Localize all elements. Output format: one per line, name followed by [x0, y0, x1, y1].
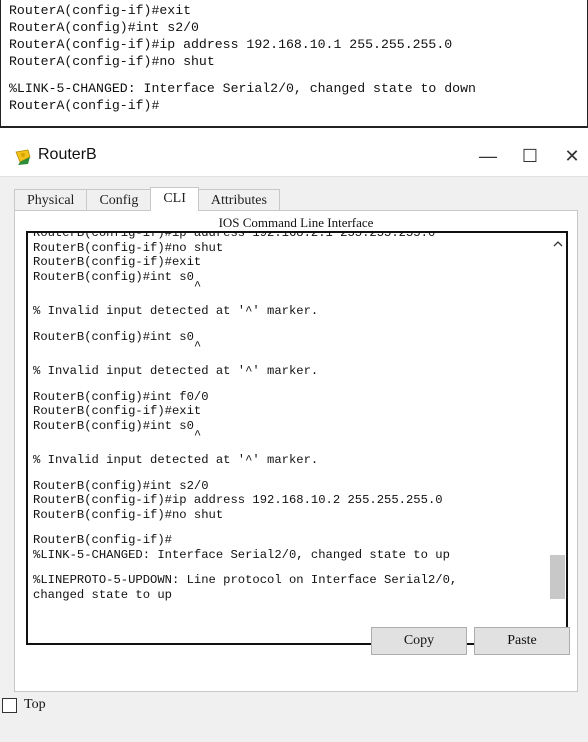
close-icon: ✕ — [564, 145, 580, 166]
terminal-line: RouterA(config-if)#ip address 192.168.10… — [9, 37, 453, 52]
console-error-caret: ^ — [33, 339, 202, 353]
console-line: changed state to up — [33, 587, 172, 602]
tab-cli[interactable]: CLI — [150, 187, 199, 211]
maximize-icon: ☐ — [521, 145, 539, 166]
console-error-caret: ^ — [33, 279, 202, 293]
routera-terminal-snippet: RouterA(config-if)#exit RouterA(config)#i… — [0, 0, 588, 128]
console-scrollbar[interactable] — [549, 233, 566, 643]
top-checkbox-label: Top — [24, 697, 46, 712]
terminal-line: RouterA(config)#int s2/0 — [9, 20, 199, 35]
console-line: RouterB(config-if)#no shut — [33, 507, 224, 522]
terminal-line: RouterA(config-if)#exit — [9, 3, 192, 18]
cli-console[interactable]: RouterB(config-if)#ip address 192.168.2.… — [26, 231, 568, 645]
maximize-button[interactable]: ☐ — [510, 142, 550, 170]
top-checkbox-row[interactable]: Top — [2, 697, 46, 713]
chevron-up-icon — [553, 241, 562, 247]
console-line: RouterB(config-if)#exit — [33, 404, 202, 418]
router-app-icon — [15, 149, 31, 165]
cli-heading: IOS Command Line Interface — [218, 215, 374, 230]
title-bar[interactable]: RouterB — ☐ ✕ — [0, 136, 588, 176]
scroll-up-button[interactable] — [549, 235, 566, 253]
tab-config[interactable]: Config — [86, 189, 152, 211]
routera-status-lines: %LINK-5-CHANGED: Interface Serial2/0, ch… — [1, 80, 587, 114]
console-line: % Invalid input detected at '^' marker. — [33, 453, 319, 467]
terminal-line: RouterA(config-if)#no shut — [9, 54, 215, 69]
terminal-line: RouterA(config-if)# — [9, 98, 160, 113]
terminal-gap — [1, 70, 587, 80]
tab-physical[interactable]: Physical — [14, 189, 88, 211]
tab-attributes[interactable]: Attributes — [197, 189, 280, 211]
scroll-thumb[interactable] — [550, 554, 565, 599]
terminal-line: %LINK-5-CHANGED: Interface Serial2/0, ch… — [9, 81, 476, 96]
console-line: %LINK-5-CHANGED: Interface Serial2/0, ch… — [33, 547, 450, 562]
window-title: RouterB — [38, 146, 97, 163]
console-line: RouterB(config-if)# — [33, 533, 172, 547]
console-line: RouterB(config-if)#ip address 192.168.2.… — [33, 231, 436, 240]
console-error-caret: ^ — [33, 428, 202, 442]
console-output: RouterB(config-if)#ip address 192.168.2.… — [33, 231, 543, 602]
minimize-button[interactable]: — — [468, 142, 508, 170]
console-line: RouterB(config-if)#exit — [33, 255, 202, 269]
console-line: RouterB(config)#int f0/0 — [33, 389, 209, 404]
console-line: RouterB(config)#int s2/0 — [33, 478, 209, 493]
routera-command-lines: RouterA(config-if)#exit RouterA(config)#i… — [1, 2, 587, 70]
copy-button[interactable]: Copy — [371, 627, 467, 655]
console-line: RouterB(config-if)#ip address 192.168.10… — [33, 493, 443, 507]
top-checkbox[interactable] — [2, 697, 17, 713]
minimize-icon: — — [479, 145, 497, 166]
console-line: %LINEPROTO-5-UPDOWN: Line protocol on In… — [33, 573, 458, 587]
close-button[interactable]: ✕ — [552, 142, 588, 170]
console-line: % Invalid input detected at '^' marker. — [33, 364, 319, 378]
cli-panel: IOS Command Line Interface RouterB(confi… — [14, 210, 578, 692]
console-line: % Invalid input detected at '^' marker. — [33, 304, 319, 318]
console-line: RouterB(config-if)#no shut — [33, 240, 224, 255]
paste-button[interactable]: Paste — [474, 627, 570, 655]
window-client-area: Physical Config CLI Attributes IOS Comma… — [0, 176, 588, 742]
tab-bar: Physical Config CLI Attributes — [14, 187, 280, 211]
